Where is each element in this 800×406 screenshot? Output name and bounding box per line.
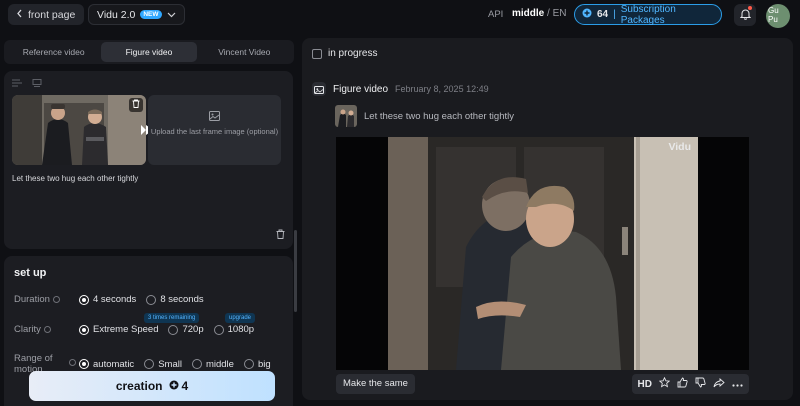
results-panel: in progress Figure video February 8, 202… [302,38,793,400]
reference-thumbnail[interactable] [335,105,357,127]
motion-middle-option[interactable]: middle [191,359,234,370]
make-the-same-button[interactable]: Make the same [336,374,415,394]
radio-selected [79,324,89,335]
star-icon[interactable] [658,376,671,391]
vidu-watermark: Vidu [668,141,691,153]
radio [191,359,202,369]
thumbs-down-icon[interactable] [695,377,706,391]
remaining-badge: 3 times remaining [144,313,200,323]
chevron-down-icon [167,9,176,21]
format-icon[interactable] [12,78,22,90]
hd-button[interactable]: HD [638,379,652,390]
in-progress-label: in progress [328,48,378,59]
mode-tabs: Reference video Figure video Vincent Vid… [4,40,294,64]
language-switch[interactable]: middle / EN [512,8,566,19]
credits-icon [169,379,179,393]
more-icon[interactable] [732,378,743,390]
task-title: Figure video [333,83,389,95]
radio [144,359,155,369]
clarity-row: Clarity Extreme Speed 720p 1080p [14,324,264,335]
lang-current: middle [512,8,545,19]
clear-prompt-button[interactable] [276,229,285,242]
tab-figure-video[interactable]: Figure video [101,42,197,62]
motion-small-option[interactable]: Small [144,359,182,370]
trash-icon [276,229,285,242]
task-prompt-text: Let these two hug each other tightly [364,110,514,122]
upload-image-icon [148,111,281,124]
card-toolbar [12,78,42,90]
motion-automatic-option[interactable]: automatic [79,359,134,370]
duration-8s-option[interactable]: 8 seconds [146,294,204,305]
clarity-720p-option[interactable]: 720p [168,324,204,335]
info-icon[interactable] [52,296,60,303]
create-cost: 4 [169,379,188,393]
prompt-card: Upload the last frame image (optional) L… [4,71,293,249]
video-task-icon [312,82,326,96]
radio [243,359,254,369]
remove-image-button[interactable] [129,98,143,112]
video-actions-bar: Make the same HD [336,374,749,394]
create-button[interactable]: creation 4 [29,371,275,401]
lang-separator: / [547,8,550,19]
avatar[interactable]: Gu Pu [766,4,790,28]
radio-selected [79,359,89,369]
info-icon[interactable] [69,359,76,366]
radio [213,324,224,335]
motion-big-option[interactable]: big [243,359,271,370]
separator: | [613,9,616,20]
model-selector[interactable]: Vidu 2.0 NEW [88,4,185,25]
tab-reference-video[interactable]: Reference video [6,42,101,62]
image-settings-icon[interactable] [32,78,42,90]
create-label: creation [115,379,163,393]
info-icon[interactable] [43,326,51,333]
duration-row: Duration 4 seconds 8 seconds [14,294,214,305]
back-button[interactable]: front page [8,4,85,25]
api-link[interactable]: API [488,9,503,20]
thumbs-up-icon[interactable] [677,377,688,391]
clarity-1080p-option[interactable]: 1080p [213,324,254,335]
upgrade-badge[interactable]: upgrade [225,313,256,323]
generated-video[interactable]: Vidu [336,137,749,370]
radio-selected [79,294,89,305]
radio [168,324,179,335]
trash-icon [132,99,140,111]
clarity-label: Clarity [14,324,79,335]
lang-alt: EN [552,8,567,19]
task-date: February 8, 2025 12:49 [395,84,489,94]
street-scene-image [12,95,146,165]
new-badge: NEW [140,10,162,19]
task-prompt: Let these two hug each other tightly [335,105,514,127]
action-icons: HD [631,374,749,394]
clarity-extreme-speed-option[interactable]: Extreme Speed [79,324,158,335]
prompt-text[interactable]: Let these two hug each other tightly [12,174,138,183]
subscription-label: Subscription Packages [620,3,676,26]
subscription-button[interactable]: 64 | Subscription Packages [574,3,722,26]
video-frame-image [336,137,749,370]
top-bar: front page Vidu 2.0 NEW API middle / EN … [0,0,800,30]
duration-label: Duration [14,294,79,305]
reference-image [335,105,357,127]
radio [146,294,157,305]
duration-4s-option[interactable]: 4 seconds [79,294,136,305]
credits-count: 64 [597,9,609,20]
task-header: Figure video February 8, 2025 12:49 [312,82,489,96]
tab-vincent-video[interactable]: Vincent Video [197,42,292,62]
credits-icon [582,8,592,21]
checkbox[interactable] [312,48,322,59]
in-progress-filter[interactable]: in progress [312,48,377,59]
back-label: front page [28,8,76,21]
left-panel: Reference video Figure video Vincent Vid… [4,38,296,406]
share-icon[interactable] [713,377,725,391]
upload-last-frame[interactable]: Upload the last frame image (optional) [148,95,281,165]
first-frame-image[interactable] [12,95,146,165]
model-label: Vidu 2.0 [97,8,136,21]
upload-label: Upload the last frame image (optional) [150,127,279,136]
left-scrollbar[interactable] [294,230,297,312]
notifications-button[interactable] [734,4,756,26]
chevron-left-icon [16,9,23,21]
notification-dot [748,6,752,10]
setup-title: set up [14,267,47,279]
